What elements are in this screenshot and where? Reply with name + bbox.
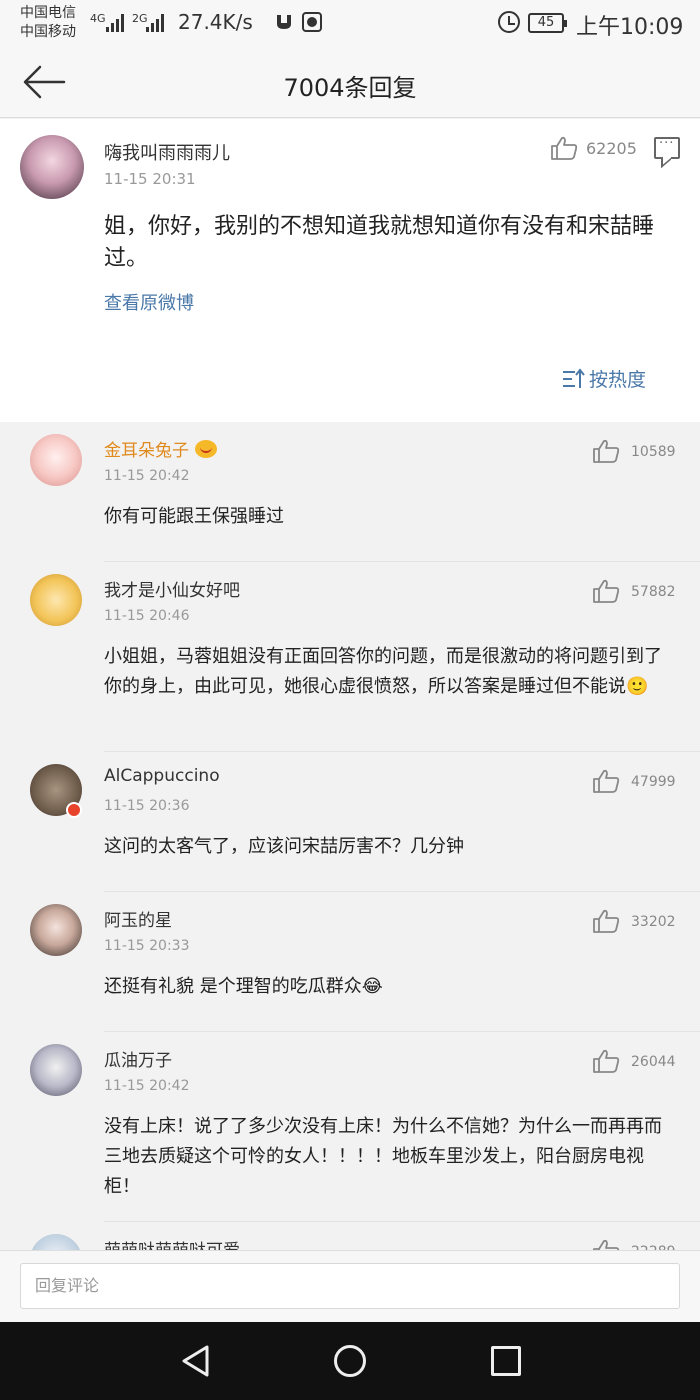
reply-list[interactable]: 金耳朵兔子 11-15 20:42 10589 你有可能跟王保强睡过 我才是小仙… xyxy=(0,422,700,1250)
system-recent-apps-icon[interactable] xyxy=(491,1346,521,1376)
thumbs-up-icon[interactable] xyxy=(592,438,620,464)
comment-author[interactable]: 瓜油万子 xyxy=(104,1046,172,1071)
comment-author[interactable]: 金耳朵兔子 xyxy=(104,436,217,461)
list-item: 我才是小仙女好吧 11-15 20:46 57882 小姐姐，马蓉姐姐没有正面回… xyxy=(0,562,700,752)
comment-text: 没有上床！说了了多少次没有上床！为什么不信她？为什么一而再再而三地去质疑这个可怜… xyxy=(104,1116,662,1197)
status-bar: 中国电信 中国移动 4G 2G 27.4K/s 45 上午10:09 xyxy=(0,0,700,48)
sort-button[interactable]: 按热度 xyxy=(561,365,646,392)
alarm-icon xyxy=(498,11,520,33)
notification-icon xyxy=(277,15,291,29)
comment-author[interactable]: AlCappuccino xyxy=(104,766,220,786)
like-count: 10589 xyxy=(631,444,676,460)
author-name: 金耳朵兔子 xyxy=(104,441,189,461)
avatar[interactable] xyxy=(20,135,84,199)
thumbs-up-icon[interactable] xyxy=(592,908,620,934)
comment-icon[interactable] xyxy=(654,136,680,159)
battery-icon: 45 xyxy=(528,13,567,33)
list-item: 瓜油万子 11-15 20:42 26044 没有上床！说了了多少次没有上床！为… xyxy=(0,1032,700,1222)
signal-bars-icon xyxy=(146,12,164,32)
sort-icon xyxy=(563,367,585,388)
verified-badge-icon xyxy=(66,802,82,818)
system-navigation-bar xyxy=(0,1322,700,1400)
original-comment: 嗨我叫雨雨雨儿 11-15 20:31 62205 姐，你好，我别的不想知道我就… xyxy=(0,119,700,422)
like-count: 57882 xyxy=(631,584,676,600)
avatar[interactable] xyxy=(30,574,82,626)
list-item: AlCappuccino 11-15 20:36 47999 这问的太客气了，应… xyxy=(0,752,700,892)
avatar[interactable] xyxy=(30,434,82,486)
avatar[interactable] xyxy=(30,904,82,956)
comment-text: 姐，你好，我别的不想知道我就想知道你有没有和宋喆睡过。 xyxy=(104,214,655,271)
comment-text: 这问的太客气了，应该问宋喆厉害不？几分钟 xyxy=(104,836,464,857)
list-item: 阿玉的星 11-15 20:33 33202 还挺有礼貌 是个理智的吃瓜群众😂 xyxy=(0,892,700,1032)
avatar[interactable] xyxy=(30,1234,82,1250)
avatar[interactable] xyxy=(30,1044,82,1096)
page-title: 7004条回复 xyxy=(283,74,417,102)
like-count: 33202 xyxy=(631,914,676,930)
like-count: 47999 xyxy=(631,774,676,790)
comment-text: 还挺有礼貌 是个理智的吃瓜群众😂 xyxy=(104,976,383,997)
like-count: 26044 xyxy=(631,1054,676,1070)
reply-input[interactable]: 回复评论 xyxy=(20,1263,680,1309)
comment-time: 11-15 20:36 xyxy=(104,798,190,814)
carrier-names: 中国电信 中国移动 xyxy=(20,4,76,42)
like-count: 62205 xyxy=(586,139,637,158)
comment-text: 你有可能跟王保强睡过 xyxy=(104,506,284,527)
navigation-bar: 7004条回复 xyxy=(0,48,700,118)
comment-author[interactable]: 嗨我叫雨雨雨儿 xyxy=(104,139,230,165)
comment-text: 小姐姐，马蓉姐姐没有正面回答你的问题，而是很激动的将问题引到了你的身上，由此可见… xyxy=(104,646,662,697)
signal-bars-icon xyxy=(106,12,124,32)
system-home-icon[interactable] xyxy=(334,1345,366,1377)
system-back-icon[interactable] xyxy=(180,1344,210,1378)
thumbs-up-icon[interactable] xyxy=(592,578,620,604)
carrier-1: 中国电信 xyxy=(20,5,76,21)
thumbs-up-icon[interactable] xyxy=(592,1238,620,1250)
comment-time: 11-15 20:42 xyxy=(104,468,190,484)
comment-time: 11-15 20:42 xyxy=(104,1078,190,1094)
comment-author[interactable]: 我才是小仙女好吧 xyxy=(104,576,240,601)
comment-time: 11-15 20:31 xyxy=(104,170,196,188)
reply-bar: 回复评论 xyxy=(0,1250,700,1322)
clock: 上午10:09 xyxy=(576,15,684,40)
thumbs-up-icon[interactable] xyxy=(592,1048,620,1074)
comment-author[interactable]: 萌萌哒萌萌哒可爱 xyxy=(104,1236,240,1250)
comment-time: 11-15 20:46 xyxy=(104,608,190,624)
vip-crown-icon xyxy=(195,439,217,458)
signal-type-1: 4G xyxy=(90,12,106,25)
network-speed: 27.4K/s xyxy=(178,10,253,34)
battery-level: 45 xyxy=(537,15,555,30)
thumbs-up-icon[interactable] xyxy=(592,768,620,794)
view-original-link[interactable]: 查看原微博 xyxy=(104,289,194,315)
comment-author[interactable]: 阿玉的星 xyxy=(104,906,172,931)
comment-time: 11-15 20:33 xyxy=(104,938,190,954)
carrier-2: 中国移动 xyxy=(20,24,76,40)
list-item: 金耳朵兔子 11-15 20:42 10589 你有可能跟王保强睡过 xyxy=(0,422,700,562)
sort-label: 按热度 xyxy=(589,369,647,391)
app-notification-icon xyxy=(302,12,322,32)
list-item: 萌萌哒萌萌哒可爱 22289 xyxy=(0,1222,700,1250)
thumbs-up-icon[interactable] xyxy=(550,135,578,161)
